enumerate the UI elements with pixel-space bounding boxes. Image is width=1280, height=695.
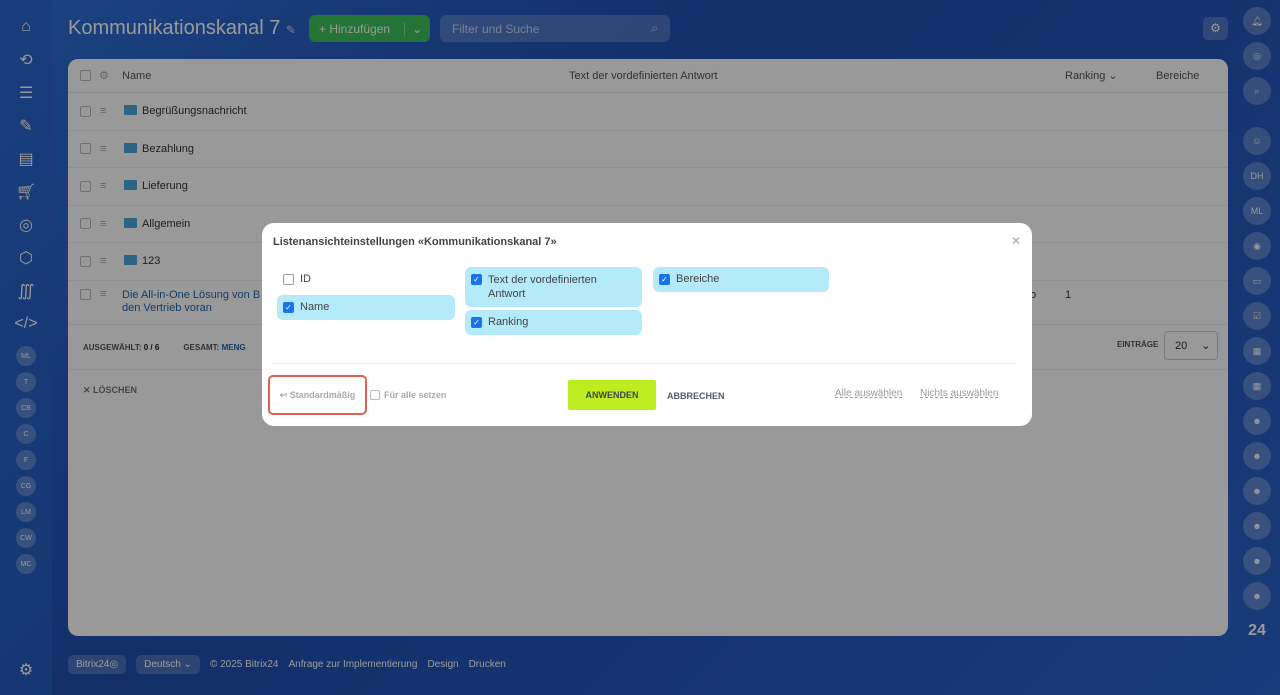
option-id[interactable]: ID [277,267,455,291]
select-all-link[interactable]: Alle auswählen [835,388,902,399]
dialog-title: Listenansichteinstellungen «Kommunikatio… [273,236,557,248]
option-bereiche[interactable]: ✓ Bereiche [653,267,829,292]
option-ranking[interactable]: ✓ Ranking [465,310,642,335]
default-button[interactable]: ↩ Standardmäßig [268,375,367,415]
select-none-link[interactable]: Nichts auswählen [920,388,998,399]
for-all-checkbox[interactable]: Für alle setzen [370,390,447,400]
close-icon[interactable]: ✕ [1011,234,1021,248]
apply-button[interactable]: ANWENDEN [568,380,656,410]
cancel-button[interactable]: ABBRECHEN [667,391,725,401]
option-text[interactable]: ✓ Text der vordefinierten Antwort [465,267,642,307]
option-name[interactable]: ✓ Name [277,295,455,320]
list-settings-dialog: Listenansichteinstellungen «Kommunikatio… [262,223,1032,426]
